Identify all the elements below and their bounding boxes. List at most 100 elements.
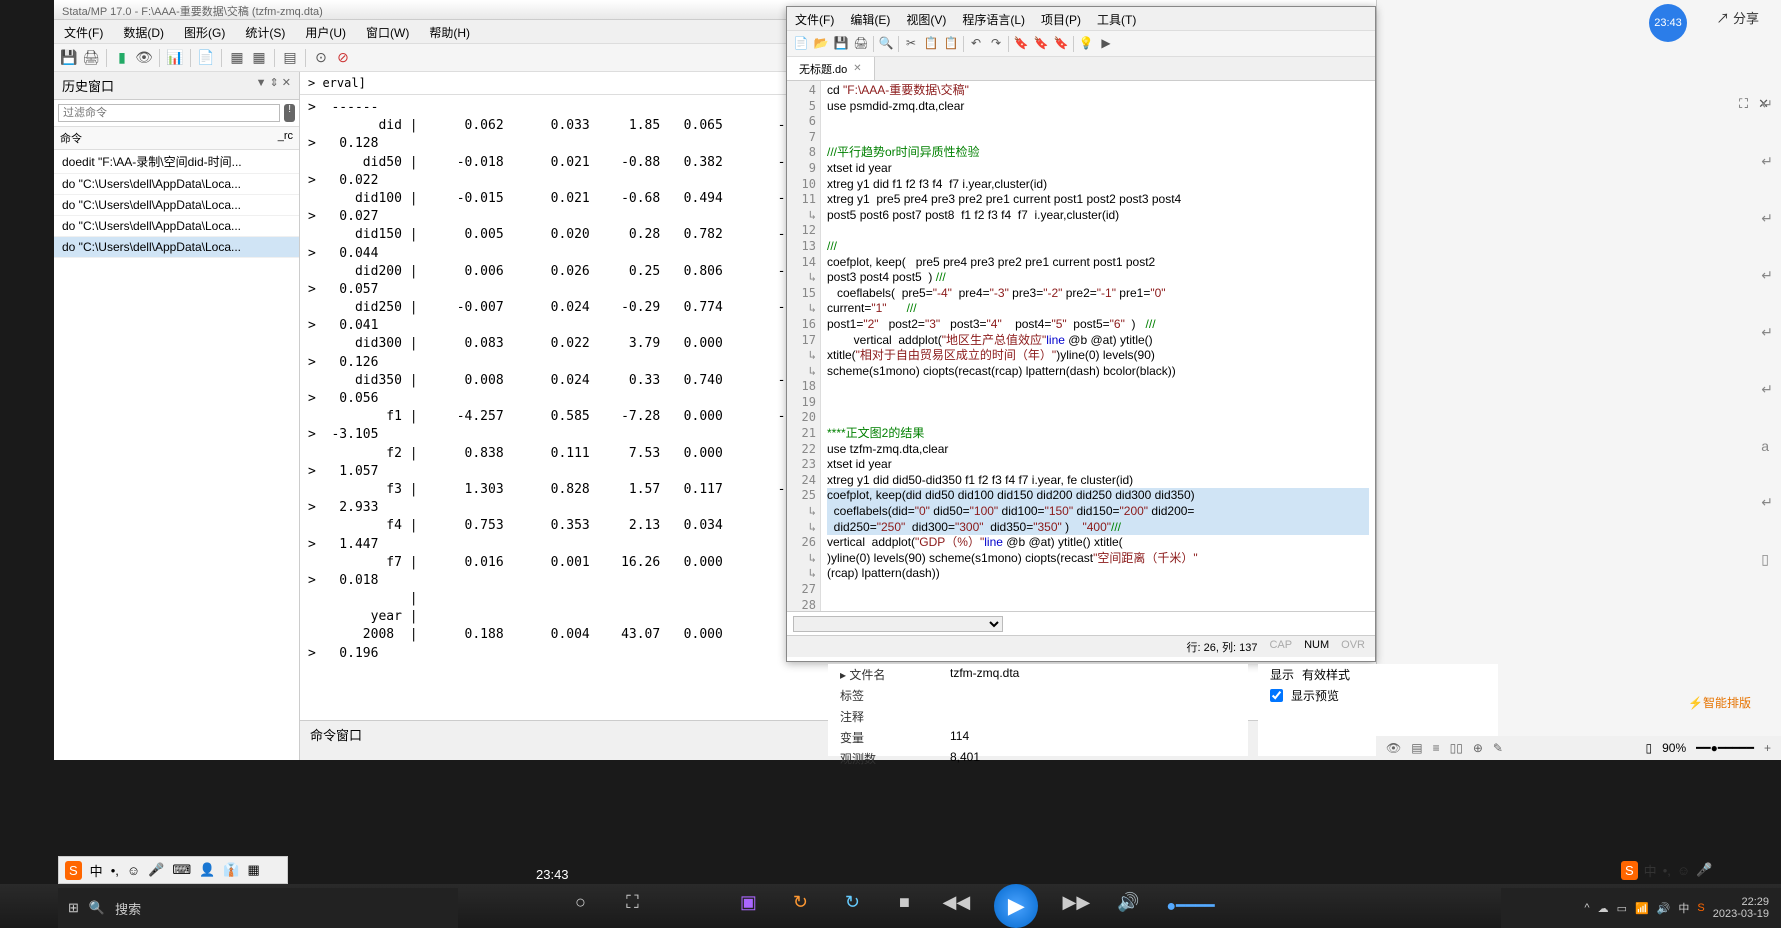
run-icon[interactable]: ▶ [1098,36,1114,52]
menu-window[interactable]: 窗口(W) [356,20,419,43]
doc-icon[interactable]: 📄 [197,49,215,67]
more-icon[interactable]: ⊙ [312,49,330,67]
break-icon[interactable]: ⊘ [334,49,352,67]
sogou-icon[interactable]: S [1621,861,1638,880]
stop-icon[interactable]: ■ [890,892,918,920]
web-icon[interactable]: ⊕ [1473,741,1483,755]
paste-icon[interactable]: 📋 [943,36,959,52]
variables-icon[interactable]: ▤ [281,49,299,67]
circle-icon[interactable]: ○ [566,892,594,920]
menu-data[interactable]: 数据(D) [113,20,174,43]
do-tab[interactable]: 无标题.do ✕ [787,57,875,80]
app2-icon[interactable]: ↻ [786,892,814,920]
history-item[interactable]: do "C:\Users\dell\AppData\Loca... [54,216,299,237]
do-menu-view[interactable]: 视图(V) [898,7,954,30]
ime-keyboard-icon[interactable]: ⌨ [172,862,191,878]
print-icon[interactable]: 🖨 [853,36,869,52]
bookmark-next-icon[interactable]: 🔖 [1053,36,1069,52]
system-tray[interactable]: ^ ☁ ▭ 📶 🔊 中 S 22:29 2023-03-19 [1501,888,1781,928]
layout-icon[interactable]: ≡ [1433,741,1440,755]
bookmark-icon[interactable]: 🔖 [1013,36,1029,52]
do-menu-project[interactable]: 项目(P) [1033,7,1089,30]
history-item[interactable]: do "C:\Users\dell\AppData\Loca... [54,195,299,216]
wifi-icon[interactable]: 📶 [1635,902,1649,915]
search-icon[interactable]: 🔍 [878,36,894,52]
data-browser-icon[interactable]: ▦ [250,49,268,67]
filter-alert-icon[interactable]: ! [284,104,295,122]
cloud-icon[interactable]: ☁ [1598,902,1609,915]
zoom-slider[interactable]: ━━●━━━━━ [1696,741,1754,755]
save-icon[interactable]: 💾 [60,49,78,67]
book-icon[interactable]: ▯▯ [1450,741,1463,755]
volume-slider[interactable]: ●━━━━ [1166,896,1214,916]
do-menu-lang[interactable]: 程序语言(L) [954,7,1033,30]
left-ime-bar[interactable]: S 中 •, ☺ 🎤 ⌨ 👤 👔 ▦ [58,856,288,884]
history-item[interactable]: do "C:\Users\dell\AppData\Loca... [54,174,299,195]
prev-icon[interactable]: ◀◀ [942,892,970,920]
do-menubar[interactable]: 文件(F) 编辑(E) 视图(V) 程序语言(L) 项目(P) 工具(T) [787,7,1375,31]
ime-lang[interactable]: 中 [1644,861,1657,880]
history-list[interactable]: doedit "F:\AA-录制\空间did-时间... do "C:\User… [54,150,299,760]
copy-icon[interactable]: 📋 [923,36,939,52]
volume-icon[interactable]: 🔊 [1114,892,1142,920]
do-menu-edit[interactable]: 编辑(E) [842,7,898,30]
sound-icon[interactable]: 🔊 [1657,902,1671,915]
restore-icon[interactable]: ⛶ [1739,96,1748,112]
search-text[interactable]: 搜索 [115,899,141,918]
redo-icon[interactable]: ↷ [988,36,1004,52]
ime-emoji-icon[interactable]: ☺ [1677,863,1690,878]
smart-layout-badge[interactable]: ⚡智能排版 [1688,694,1751,711]
page-icon[interactable]: ▤ [1411,741,1422,755]
menu-graph[interactable]: 图形(G) [174,20,235,43]
ime-lang[interactable]: 中 [90,861,103,880]
history-item[interactable]: do "C:\Users\dell\AppData\Loca... [54,237,299,258]
do-dropdown[interactable] [793,616,1003,632]
app3-icon[interactable]: ↻ [838,892,866,920]
bookmark-prev-icon[interactable]: 🔖 [1033,36,1049,52]
search-icon[interactable]: 🔍 [89,900,105,916]
do-menu-tools[interactable]: 工具(T) [1089,7,1144,30]
cut-icon[interactable]: ✂ [903,36,919,52]
code-area[interactable]: cd "F:\AAA-重要数据\交稿"use psmdid-zmq.dta,cl… [821,81,1375,611]
ime-cn-icon[interactable]: 中 [1678,900,1689,916]
ime-mic-icon[interactable]: 🎤 [1696,862,1712,878]
ime-person-icon[interactable]: 👤 [199,862,215,878]
preview-checkbox[interactable] [1270,687,1283,704]
sogou-icon[interactable]: S [65,861,82,880]
do-menu-file[interactable]: 文件(F) [787,7,842,30]
help-icon[interactable]: 💡 [1078,36,1094,52]
pen-icon[interactable]: ✎ [1493,741,1503,755]
data-editor-icon[interactable]: ▦ [228,49,246,67]
menu-file[interactable]: 文件(F) [54,20,113,43]
print-icon[interactable]: 🖨 [82,49,100,67]
zoom-out-icon[interactable]: ▯ [1646,741,1653,755]
history-item[interactable]: doedit "F:\AA-录制\空间did-时间... [54,150,299,174]
menu-user[interactable]: 用户(U) [295,20,356,43]
new-icon[interactable]: 📄 [793,36,809,52]
ime-emoji-icon[interactable]: ☺ [127,863,140,878]
ime-skin-icon[interactable]: 👔 [223,862,239,878]
taskbar[interactable]: ⊞ 🔍 搜索 [58,888,458,928]
panel-controls[interactable]: ▼ ⇕ ✕ [256,76,291,95]
app1-icon[interactable]: ▣ [734,892,762,920]
ime-grid-icon[interactable]: ▦ [247,862,259,878]
ime-icon[interactable]: •, [111,863,119,878]
fullscreen-icon[interactable]: ⛶ [618,892,646,920]
play-button[interactable]: ▶ [994,884,1038,928]
open-icon[interactable]: 📂 [813,36,829,52]
ime-mic-icon[interactable]: 🎤 [148,862,164,878]
close-tab-icon[interactable]: ✕ [853,63,861,74]
log-icon[interactable]: ▮ [113,49,131,67]
sogou-tray-icon[interactable]: S [1697,902,1704,914]
chart-icon[interactable]: 📊 [166,49,184,67]
right-ime-bar[interactable]: S 中 •, ☺ 🎤 [1621,856,1781,884]
next-icon[interactable]: ▶▶ [1062,892,1090,920]
eye-icon[interactable]: 👁 [1386,741,1401,755]
scroll-icon[interactable]: ▯ [1761,551,1773,568]
max-icon[interactable]: + [1764,741,1771,755]
eye-icon[interactable]: 👁 [135,49,153,67]
undo-icon[interactable]: ↶ [968,36,984,52]
filter-input[interactable] [58,104,280,122]
menu-help[interactable]: 帮助(H) [419,20,480,43]
menu-stat[interactable]: 统计(S) [235,20,295,43]
